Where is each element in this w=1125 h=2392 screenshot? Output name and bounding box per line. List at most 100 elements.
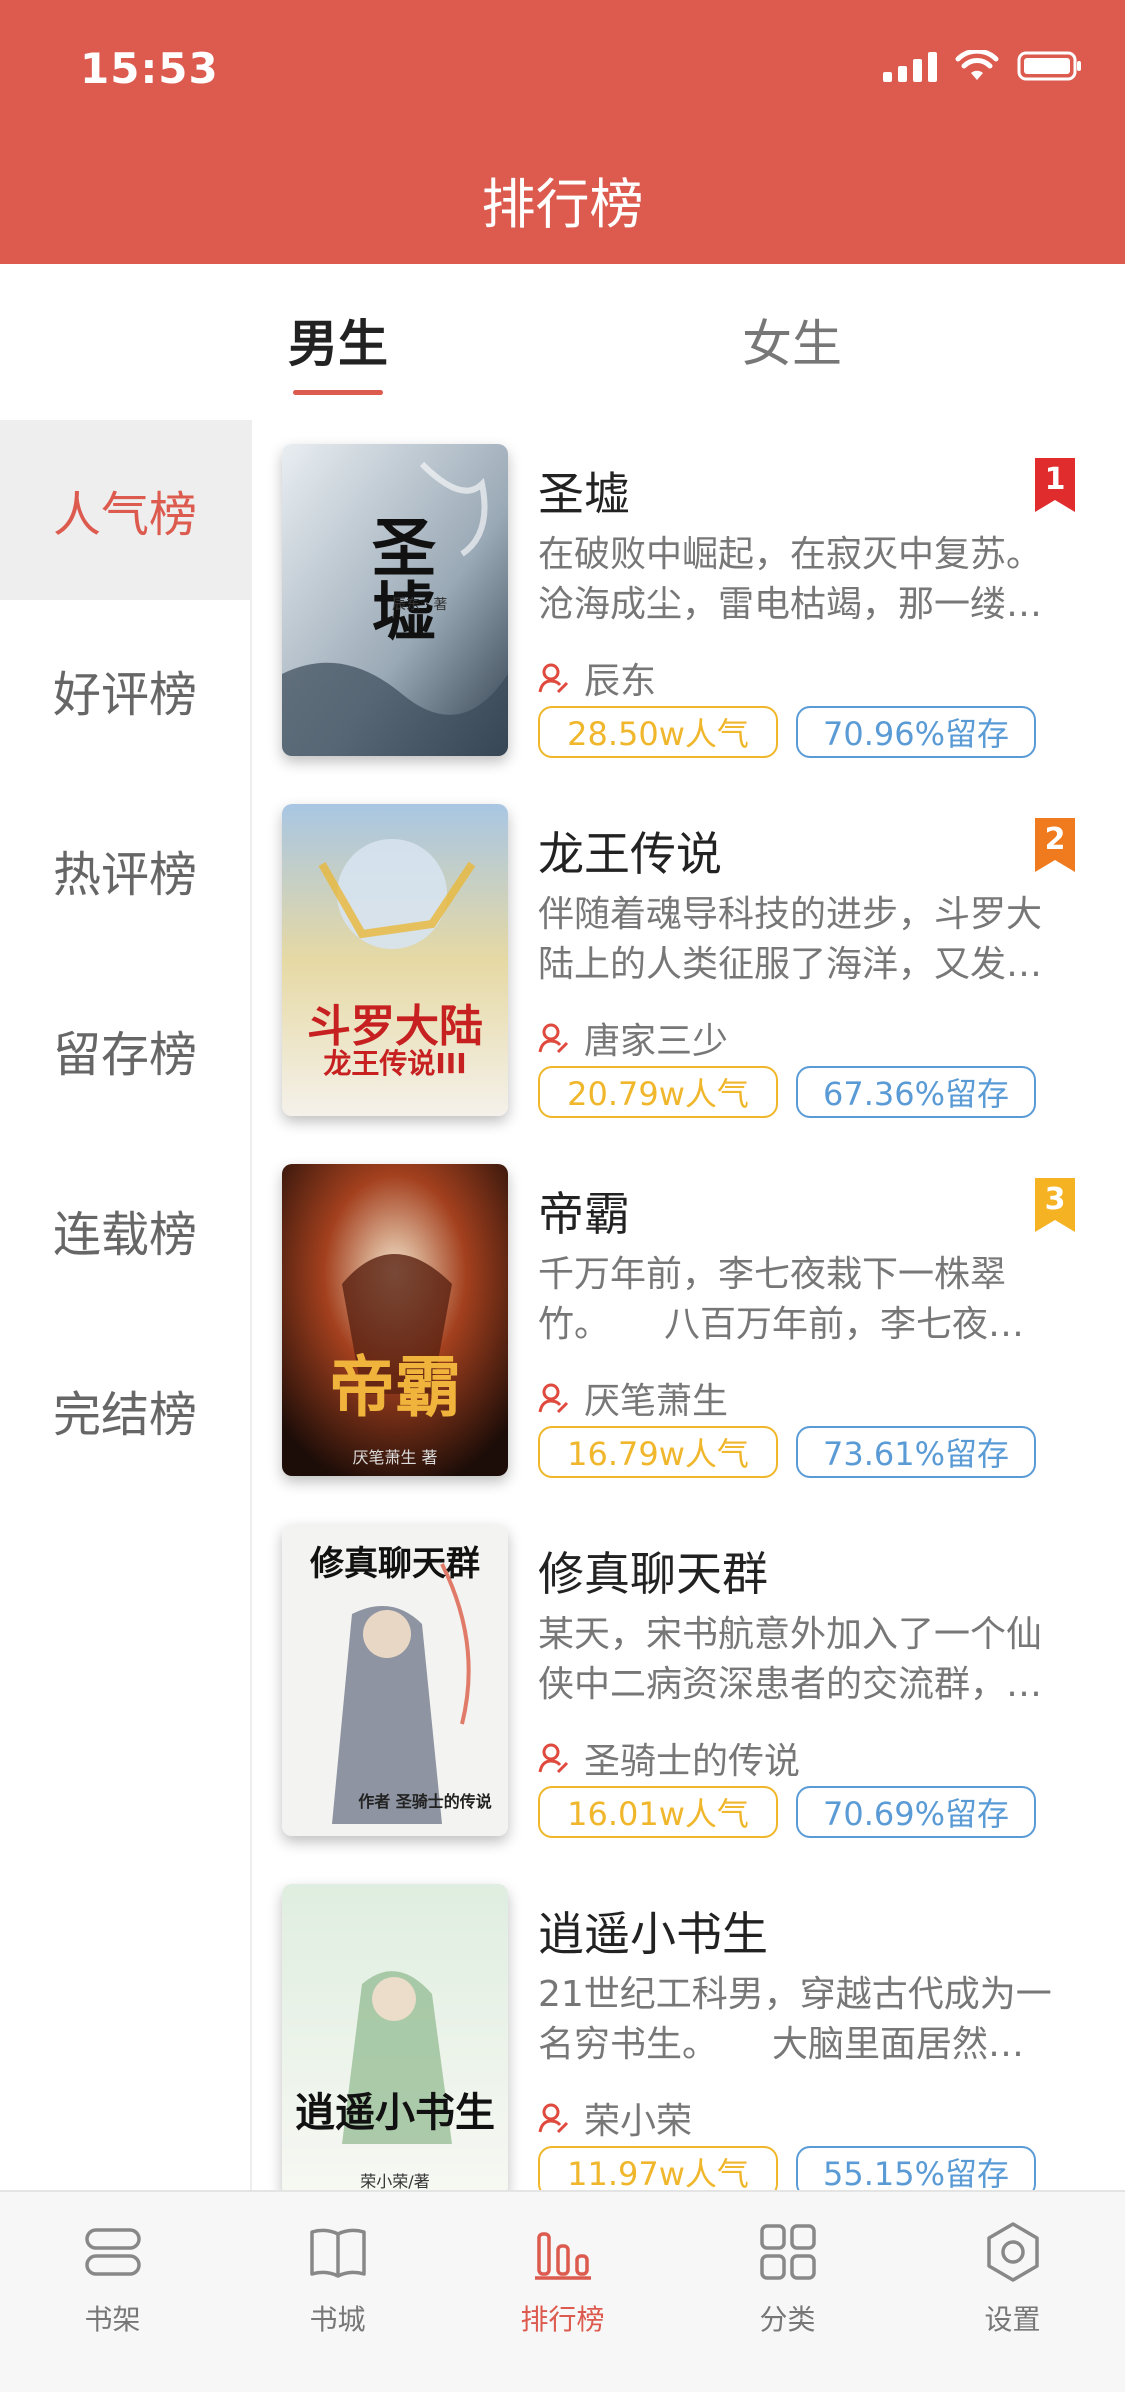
tab-bookshelf[interactable]: 书架 — [0, 2192, 225, 2392]
book-stats: 16.79w人气 73.61%留存 — [538, 1426, 1036, 1478]
tab-female[interactable]: 女生 — [742, 304, 842, 376]
book-author: 厌笔萧生 — [538, 1372, 728, 1424]
tab-male[interactable]: 男生 — [288, 304, 388, 376]
book-stats: 28.50w人气 70.96%留存 — [538, 706, 1036, 758]
book-description: 21世纪工科男，穿越古代成为一名穷书生。 大脑里面居然… — [538, 1974, 1052, 2065]
battery-icon — [1017, 50, 1083, 82]
author-icon — [538, 662, 570, 694]
book-item[interactable]: 帝霸 厌笔萧生 著 帝霸 3 千万年前，李七夜栽下一株翠竹。 八百万年前，李七夜… — [254, 1140, 1125, 1500]
cover-title: 圣墟 — [361, 514, 436, 642]
tab-label: 设置 — [984, 2303, 1041, 2336]
popularity-badge: 11.97w人气 — [538, 2146, 778, 2190]
popularity-badge: 16.79w人气 — [538, 1426, 778, 1478]
book-author: 唐家三少 — [538, 1012, 728, 1064]
sidebar-item-rating[interactable]: 好评榜 — [0, 600, 250, 780]
retention-badge: 70.96%留存 — [796, 706, 1036, 758]
bottom-tab-bar: 书架 书城 排行榜 分类 设置 — [0, 2190, 1125, 2392]
tab-category[interactable]: 分类 — [675, 2192, 900, 2392]
rank-badge: 3 — [1035, 1178, 1075, 1232]
author-name: 唐家三少 — [584, 1021, 729, 1062]
book-stats: 11.97w人气 55.15%留存 — [538, 2146, 1036, 2190]
tab-ranking[interactable]: 排行榜 — [450, 2192, 675, 2392]
retention-badge: 67.36%留存 — [796, 1066, 1036, 1118]
book-cover[interactable]: 斗罗大陆 龙王传说III — [282, 804, 508, 1116]
book-list: 圣墟 辰东 · 著 圣墟 1 在破败中崛起，在寂灭中复苏。沧海成尘，雷电枯竭，那… — [254, 420, 1125, 2190]
tab-settings[interactable]: 设置 — [900, 2192, 1125, 2392]
book-cover[interactable]: 逍遥小书生 荣小荣/著 — [282, 1884, 508, 2190]
book-item[interactable]: 斗罗大陆 龙王传说III 龙王传说 2 伴随着魂导科技的进步，斗罗大陆上的人类征… — [254, 780, 1125, 1140]
status-icons — [883, 50, 1083, 82]
rank-number: 2 — [1044, 822, 1066, 857]
rank-number: 1 — [1044, 462, 1066, 497]
book-cover[interactable]: 帝霸 厌笔萧生 著 — [282, 1164, 508, 1476]
cover-title: 修真聊天群 — [310, 1544, 480, 1584]
author-name: 荣小荣 — [584, 2101, 693, 2142]
book-title[interactable]: 逍遥小书生 — [538, 1898, 768, 1964]
ranking-chart-icon — [534, 2232, 591, 2280]
book-item[interactable]: 修真聊天群 作者 圣骑士的传说 修真聊天群 某天，宋书航意外加入了一个仙侠中二病… — [254, 1500, 1125, 1860]
book-description: 在破败中崛起，在寂灭中复苏。沧海成尘，雷电枯竭，那一缕… — [538, 534, 1043, 625]
popularity-badge: 20.79w人气 — [538, 1066, 778, 1118]
popularity-badge: 28.50w人气 — [538, 706, 778, 758]
tab-label: 排行榜 — [520, 2303, 605, 2336]
page-title: 排行榜 — [481, 173, 644, 236]
retention-badge: 70.69%留存 — [796, 1786, 1036, 1838]
popularity-badge: 16.01w人气 — [538, 1786, 778, 1838]
book-author: 圣骑士的传说 — [538, 1732, 800, 1784]
cellular-signal-icon — [883, 50, 937, 82]
book-title[interactable]: 圣墟 — [538, 458, 630, 524]
book-title[interactable]: 帝霸 — [538, 1178, 630, 1244]
book-title[interactable]: 修真聊天群 — [538, 1538, 768, 1604]
author-name: 圣骑士的传说 — [584, 1741, 801, 1782]
grid-icon — [759, 2224, 816, 2280]
cover-author: 厌笔萧生 著 — [352, 1448, 438, 1467]
status-time: 15:53 — [80, 44, 219, 93]
gender-tabs: 男生 女生 — [0, 264, 1125, 420]
app-header: 15:53 排行榜 — [0, 0, 1125, 264]
tab-label: 书架 — [84, 2303, 141, 2336]
cover-author: 作者 圣骑士的传说 — [358, 1792, 492, 1811]
author-icon — [538, 1382, 570, 1414]
author-icon — [538, 2102, 570, 2134]
sidebar-item-retention[interactable]: 留存榜 — [0, 960, 250, 1140]
active-tab-indicator — [293, 390, 383, 395]
book-item[interactable]: 逍遥小书生 荣小荣/著 逍遥小书生 21世纪工科男，穿越古代成为一名穷书生。 大… — [254, 1860, 1125, 2190]
author-icon — [538, 1022, 570, 1054]
book-open-icon — [309, 2228, 366, 2278]
tab-label: 分类 — [759, 2303, 816, 2336]
cover-title: 逍遥小书生 — [295, 2089, 495, 2136]
book-description: 某天，宋书航意外加入了一个仙侠中二病资深患者的交流群，… — [538, 1614, 1043, 1705]
book-author: 辰东 — [538, 652, 656, 704]
book-stats: 16.01w人气 70.69%留存 — [538, 1786, 1036, 1838]
book-title[interactable]: 龙王传说 — [538, 818, 722, 884]
cover-author: 辰东 · 著 — [392, 597, 448, 613]
wifi-icon — [955, 50, 999, 82]
cover-subtitle: 龙王传说III — [323, 1047, 467, 1080]
book-item[interactable]: 圣墟 辰东 · 著 圣墟 1 在破败中崛起，在寂灭中复苏。沧海成尘，雷电枯竭，那… — [254, 420, 1125, 780]
retention-badge: 73.61%留存 — [796, 1426, 1036, 1478]
author-name: 辰东 — [584, 661, 657, 702]
ranking-sidebar: 人气榜 好评榜 热评榜 留存榜 连载榜 完结榜 — [0, 420, 252, 2190]
book-cover[interactable]: 圣墟 辰东 · 著 — [282, 444, 508, 756]
author-icon — [538, 1742, 570, 1774]
tab-label: 书城 — [309, 2303, 366, 2336]
cover-title: 帝霸 — [329, 1348, 461, 1426]
sidebar-item-completed[interactable]: 完结榜 — [0, 1320, 250, 1500]
rank-badge: 1 — [1035, 458, 1075, 512]
sidebar-item-serializing[interactable]: 连载榜 — [0, 1140, 250, 1320]
book-description: 千万年前，李七夜栽下一株翠竹。 八百万年前，李七夜… — [538, 1254, 1025, 1345]
sidebar-item-popularity[interactable]: 人气榜 — [0, 420, 250, 600]
bookshelf-icon — [84, 2228, 141, 2276]
tab-bookstore[interactable]: 书城 — [225, 2192, 450, 2392]
rank-number: 3 — [1044, 1182, 1066, 1217]
book-author: 荣小荣 — [538, 2092, 692, 2144]
sidebar-item-hot-comments[interactable]: 热评榜 — [0, 780, 250, 960]
book-stats: 20.79w人气 67.36%留存 — [538, 1066, 1036, 1118]
settings-hexagon-icon — [986, 2222, 1039, 2282]
author-name: 厌笔萧生 — [584, 1381, 729, 1422]
book-cover[interactable]: 修真聊天群 作者 圣骑士的传说 — [282, 1524, 508, 1836]
rank-badge: 2 — [1035, 818, 1075, 872]
retention-badge: 55.15%留存 — [796, 2146, 1036, 2190]
cover-author: 荣小荣/著 — [360, 2172, 430, 2190]
book-description: 伴随着魂导科技的进步，斗罗大陆上的人类征服了海洋，又发… — [538, 894, 1043, 985]
